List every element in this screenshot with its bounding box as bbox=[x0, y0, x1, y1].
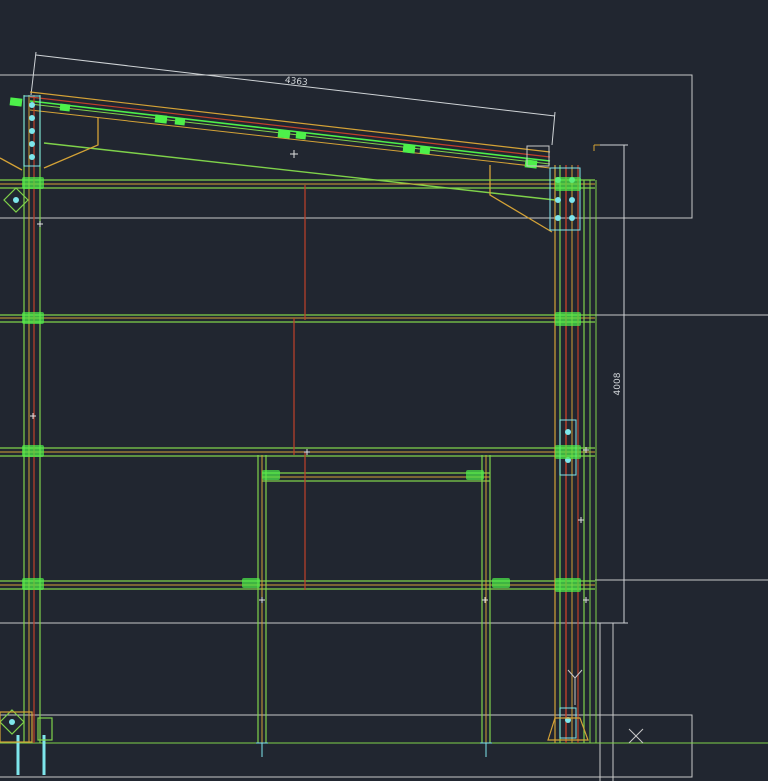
base-plate-right bbox=[559, 707, 577, 739]
horizontal-girts bbox=[0, 179, 768, 744]
door-footings bbox=[256, 742, 492, 757]
left-column[interactable] bbox=[23, 95, 41, 743]
x-marker-icon bbox=[628, 728, 644, 744]
drawing-svg[interactable]: 4363 4008 bbox=[0, 0, 768, 781]
door-header bbox=[262, 472, 490, 482]
red-members bbox=[293, 185, 306, 590]
apex-plate-left bbox=[23, 95, 41, 167]
lower-frame-rect bbox=[0, 714, 693, 778]
brace-node-bottom-left bbox=[0, 709, 25, 735]
rafter-brace-line bbox=[43, 142, 556, 201]
dimension-column[interactable]: 4008 bbox=[596, 144, 628, 624]
extension-line-right bbox=[551, 111, 556, 146]
girt-top bbox=[0, 179, 595, 189]
base-plates bbox=[0, 711, 589, 743]
dimension-text-rafter: 4363 bbox=[284, 76, 308, 89]
haunch-braces bbox=[0, 118, 553, 233]
dimension-text-column: 4008 bbox=[613, 372, 623, 395]
door-post-right[interactable] bbox=[481, 455, 491, 743]
girt-clips bbox=[22, 177, 581, 592]
crosshair-cursor-icon bbox=[567, 669, 583, 705]
haunch-left-outer bbox=[0, 157, 23, 171]
connection-plates bbox=[0, 95, 581, 739]
haunch-left bbox=[43, 118, 99, 169]
rafter-bottom-flange bbox=[29, 109, 551, 169]
cad-viewport[interactable]: 4363 4008 bbox=[0, 0, 768, 781]
rafter-top-flange-orange bbox=[29, 91, 551, 153]
extension-line-left bbox=[30, 51, 37, 96]
girt-2 bbox=[0, 314, 595, 323]
girt-3 bbox=[0, 447, 595, 457]
upper-frame-rect bbox=[0, 74, 693, 219]
